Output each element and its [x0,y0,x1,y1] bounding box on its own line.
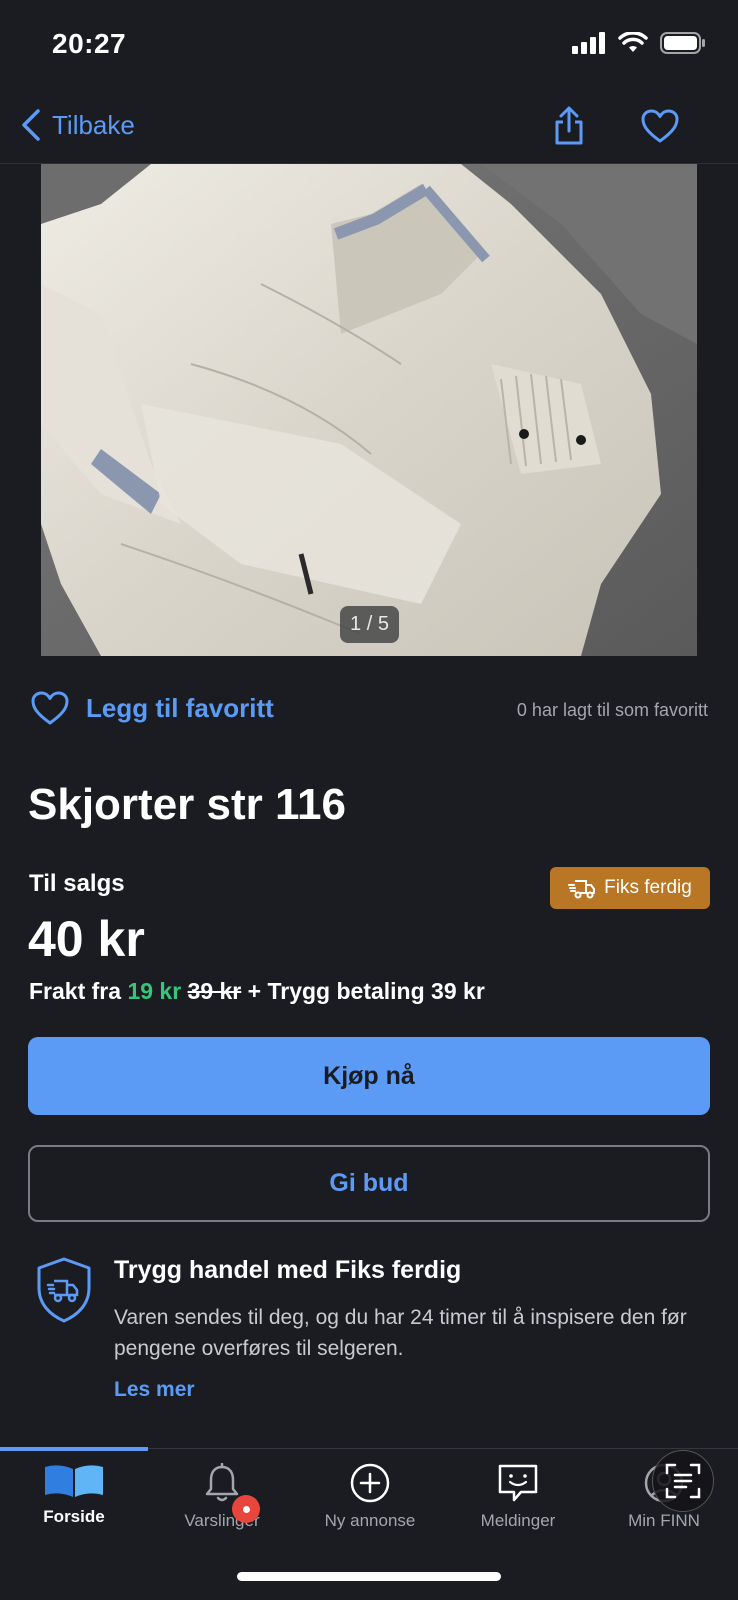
tab-label: Ny annonse [324,1511,416,1530]
place-bid-button[interactable]: Gi bud [28,1145,710,1222]
battery-icon [660,32,705,54]
bell-icon [205,1463,239,1502]
wifi-icon [618,32,648,52]
tab-label: Meldinger [480,1511,556,1530]
add-favorite-button[interactable]: Legg til favoritt [30,690,274,726]
status-time: 20:27 [52,28,127,59]
tab-forside[interactable]: Forside [0,1463,148,1527]
favorite-row: Legg til favoritt 0 har lagt til som fav… [30,690,710,734]
back-button[interactable]: Tilbake [20,108,135,142]
back-label: Tilbake [52,109,135,140]
shipping-info: Frakt fra 19 kr 39 kr + Trygg betaling 3… [29,978,485,1005]
shipping-price: 19 kr [127,978,182,1004]
add-favorite-label: Legg til favoritt [86,692,274,723]
heart-icon [641,109,679,143]
active-tab-indicator [0,1447,148,1451]
favorite-count: 0 har lagt til som favoritt [516,700,708,720]
signal-icon [572,32,605,54]
shield-truck-icon [34,1256,94,1329]
status-bar: 20:27 [0,0,738,90]
tab-label: Forside [43,1507,105,1526]
safe-trade-title: Trygg handel med Fiks ferdig [114,1256,462,1284]
delivery-truck-icon [568,880,596,899]
buy-now-button[interactable]: Kjøp nå [28,1037,710,1115]
tab-ny-annonse[interactable]: Ny annonse [296,1463,444,1531]
share-icon [555,106,583,145]
plus-circle-icon [350,1463,390,1503]
book-icon [45,1465,103,1497]
scan-text-button[interactable] [652,1450,714,1512]
notification-badge [232,1495,260,1523]
shipping-prefix: Frakt fra [29,978,128,1004]
shipping-old-price: 39 kr [187,978,242,1004]
tab-varslinger[interactable]: Varslinger [148,1463,296,1531]
favorite-button-top[interactable] [640,108,680,149]
listing-title: Skjorter str 116 [28,780,346,829]
sale-type: Til salgs [29,870,125,897]
shipping-suffix: + Trygg betaling 39 kr [241,978,485,1004]
scan-text-icon [665,1463,701,1499]
product-photo[interactable] [41,164,697,656]
photo-counter: 1 / 5 [340,606,399,643]
shirt-photo [41,164,697,656]
nav-bar: Tilbake [0,90,738,164]
tab-label: Min FINN [628,1511,700,1530]
chat-icon [498,1464,538,1502]
safe-trade-text: Varen sendes til deg, og du har 24 timer… [114,1306,687,1360]
status-icons [572,32,706,54]
share-button[interactable] [552,106,586,151]
chevron-left-icon [22,109,40,141]
price: 40 kr [28,911,145,967]
read-more-link[interactable]: Les mer [114,1378,195,1402]
home-indicator [237,1572,501,1581]
badge-label: Fiks ferdig [604,877,692,898]
fiks-ferdig-badge: Fiks ferdig [550,867,710,909]
tab-meldinger[interactable]: Meldinger [444,1463,592,1531]
heart-icon [31,691,69,725]
